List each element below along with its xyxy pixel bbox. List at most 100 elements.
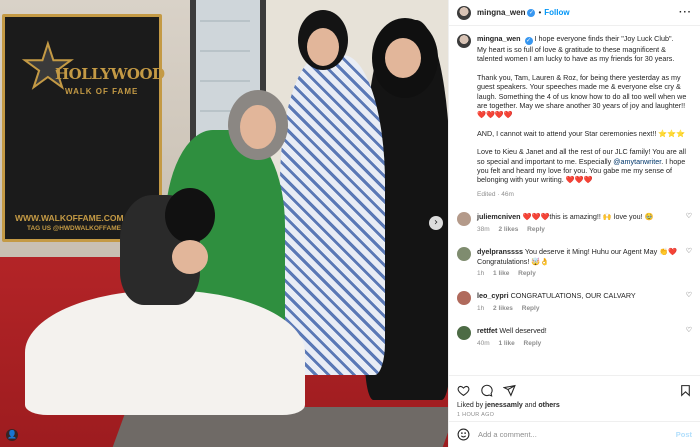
- avatar[interactable]: [457, 326, 471, 341]
- liked-by: Liked by jenessamly and others: [457, 402, 692, 409]
- comment-meta: 1h 1 like Reply: [477, 269, 678, 278]
- comment-time: 1h: [477, 269, 485, 277]
- emoji-icon[interactable]: [457, 428, 470, 441]
- comment-list: juliemcniven ❤️❤️❤️this is amazing!! 🙌 l…: [457, 212, 692, 348]
- add-comment-bar: Post: [449, 421, 700, 447]
- list-item: dyelpranssss You deserve it Ming! Huhu o…: [457, 247, 692, 278]
- comment-username[interactable]: juliemcniven: [477, 212, 521, 221]
- bookmark-icon[interactable]: [679, 384, 692, 397]
- caption-paragraph: My heart is so full of love & gratitude …: [477, 45, 675, 64]
- caption-text: .: [661, 156, 664, 166]
- caption-first-line: I hope everyone finds their "Joy Luck Cl…: [534, 34, 674, 43]
- person-white-skirt: [25, 290, 305, 415]
- comment-text: CONGRATULATIONS, OUR CALVARY: [510, 291, 636, 301]
- edited-label: Edited: [477, 190, 496, 198]
- verified-icon: ✓: [527, 8, 536, 17]
- comment-username[interactable]: rettfet: [477, 326, 497, 335]
- comment-likes[interactable]: 1 like: [493, 270, 509, 277]
- heart-icon[interactable]: [457, 384, 470, 397]
- reply-button[interactable]: Reply: [524, 340, 542, 347]
- reply-button[interactable]: Reply: [527, 226, 545, 233]
- list-item: juliemcniven ❤️❤️❤️this is amazing!! 🙌 l…: [457, 212, 692, 234]
- separator-dot: •: [538, 8, 542, 17]
- post-side-panel: mingna_wen ✓ • Follow ··· mingna_wen ✓ I…: [448, 0, 700, 447]
- action-bar: Liked by jenessamly and others 1 HOUR AG…: [449, 375, 700, 421]
- heart-icon[interactable]: ♡: [682, 326, 692, 334]
- face-1: [240, 105, 276, 149]
- list-item: rettfet Well deserved! 40m 1 like Reply …: [457, 326, 692, 348]
- post-username[interactable]: mingna_wen: [477, 8, 525, 17]
- comment-likes[interactable]: 2 likes: [498, 226, 518, 233]
- avatar[interactable]: [457, 291, 471, 306]
- caption-paragraph: Thank you, Tam, Lauren & Roz, for being …: [477, 73, 692, 120]
- comment-time: 1h: [477, 304, 485, 312]
- caption: mingna_wen ✓ I hope everyone finds their…: [457, 34, 692, 199]
- person-blue-dress: [280, 55, 385, 375]
- verified-icon: ✓: [524, 37, 533, 45]
- caption-meta: Edited · 46m: [477, 190, 514, 198]
- heart-icon[interactable]: ♡: [682, 247, 692, 255]
- mention-link[interactable]: @amytanwriter: [613, 157, 661, 166]
- comment-meta: 1h 2 likes Reply: [477, 304, 678, 313]
- caption-body: mingna_wen ✓ I hope everyone finds their…: [477, 34, 692, 199]
- comment-icon[interactable]: [480, 384, 493, 397]
- user-tag-icon[interactable]: 👤: [6, 429, 18, 441]
- avatar[interactable]: [457, 212, 471, 227]
- liked-prefix: Liked by: [457, 402, 484, 409]
- face-3: [385, 38, 421, 78]
- heart-emoji: ❤️❤️❤️❤️: [477, 110, 513, 120]
- avatar[interactable]: [457, 34, 471, 48]
- sign-subtitle: WALK OF FAME: [65, 87, 139, 96]
- comment-input[interactable]: [478, 430, 676, 439]
- comment-body: leo_cypri CONGRATULATIONS, OUR CALVARY 1…: [477, 291, 678, 313]
- chevron-right-icon[interactable]: ›: [429, 216, 443, 230]
- comment-username[interactable]: leo_cypri: [477, 291, 509, 300]
- post-modal: ★ HOLLYWOOD WALK OF FAME WWW.WALKOFFAME.…: [0, 0, 700, 447]
- post-photo[interactable]: ★ HOLLYWOOD WALK OF FAME WWW.WALKOFFAME.…: [0, 0, 448, 447]
- share-icon[interactable]: [503, 384, 516, 397]
- caption-paragraph: Love to Kieu & Janet and all the rest of…: [477, 147, 692, 185]
- star-emoji: ⭐⭐⭐: [658, 128, 686, 138]
- comment-text: ❤️❤️❤️this is amazing!! 🙌 love you! 🥹: [522, 212, 654, 222]
- follow-button[interactable]: Follow: [544, 8, 569, 17]
- caption-text: Thank you, Tam, Lauren & Roz, for being …: [477, 72, 687, 111]
- action-icons: [457, 382, 692, 398]
- face-2: [307, 28, 339, 66]
- avatar[interactable]: [457, 247, 471, 262]
- comment-likes[interactable]: 1 like: [498, 340, 514, 347]
- more-icon[interactable]: ···: [679, 7, 692, 18]
- comment-time: 40m: [477, 339, 490, 347]
- comment-meta: 40m 1 like Reply: [477, 339, 678, 348]
- reply-button[interactable]: Reply: [518, 270, 536, 277]
- heart-icon[interactable]: ♡: [682, 291, 692, 299]
- comment-text: Well deserved!: [499, 326, 547, 336]
- caption-time: 46m: [501, 190, 514, 198]
- comment-body: juliemcniven ❤️❤️❤️this is amazing!! 🙌 l…: [477, 212, 678, 234]
- post-header: mingna_wen ✓ • Follow ···: [449, 0, 700, 26]
- caption-text: AND, I cannot wait to attend your Star c…: [477, 128, 657, 138]
- caption-username[interactable]: mingna_wen: [477, 34, 521, 43]
- liked-others-link[interactable]: others: [538, 402, 559, 409]
- caption-paragraph: AND, I cannot wait to attend your Star c…: [477, 129, 692, 138]
- heart-emoji: ❤️❤️❤️: [565, 175, 593, 185]
- comment-likes[interactable]: 2 likes: [493, 305, 513, 312]
- comment-body: rettfet Well deserved! 40m 1 like Reply: [477, 326, 678, 348]
- comments-scroll[interactable]: mingna_wen ✓ I hope everyone finds their…: [449, 26, 700, 375]
- list-item: leo_cypri CONGRATULATIONS, OUR CALVARY 1…: [457, 291, 692, 313]
- liked-user-link[interactable]: jenessamly: [485, 402, 523, 409]
- face-4: [172, 240, 208, 274]
- sign-url: WWW.WALKOFFAME.COM: [15, 213, 124, 223]
- liked-and: and: [524, 402, 537, 409]
- hair-black-3: [165, 188, 215, 243]
- reply-button[interactable]: Reply: [522, 305, 540, 312]
- heart-icon[interactable]: ♡: [682, 212, 692, 220]
- comment-time: 38m: [477, 225, 490, 233]
- post-comment-button[interactable]: Post: [676, 430, 692, 439]
- sign-title: HOLLYWOOD: [55, 65, 165, 83]
- comment-body: dyelpranssss You deserve it Ming! Huhu o…: [477, 247, 678, 278]
- post-time[interactable]: 1 HOUR AGO: [457, 412, 692, 418]
- avatar[interactable]: [457, 5, 471, 20]
- comment-username[interactable]: dyelpranssss: [477, 247, 523, 256]
- comment-meta: 38m 2 likes Reply: [477, 225, 678, 234]
- sign-tag: TAG US @HWDWALKOFFAME: [27, 225, 121, 232]
